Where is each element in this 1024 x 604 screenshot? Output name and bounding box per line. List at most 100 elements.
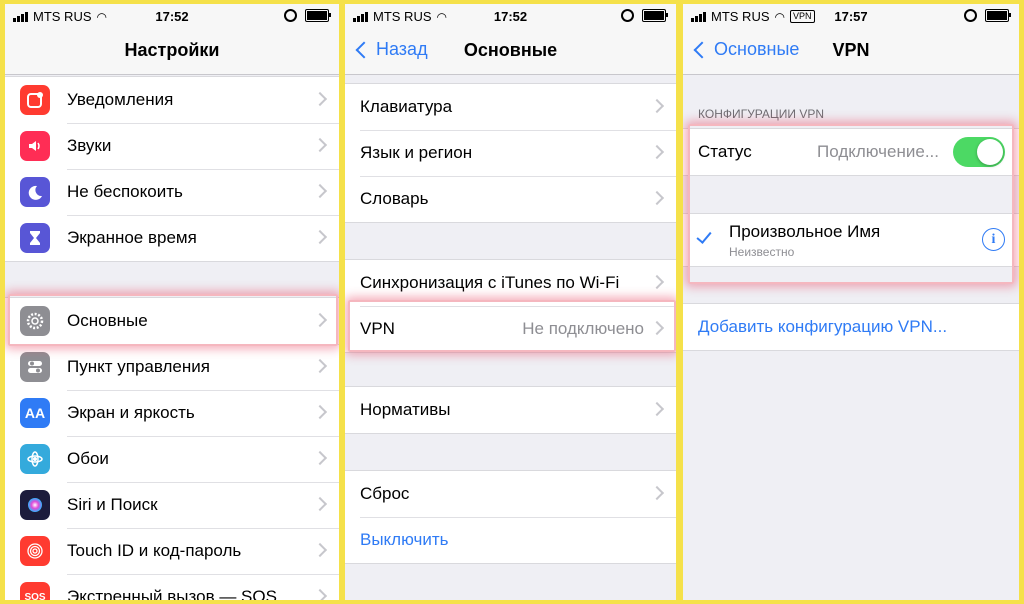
hourglass-icon [20,223,50,253]
control-center-icon [20,352,50,382]
vpn-config-group: Произвольное Имя Неизвестно i [683,213,1019,267]
row-label: Уведомления [67,90,174,109]
row-vpn[interactable]: VPN Не подключено [345,306,676,352]
checkmark-icon [696,228,712,244]
battery-icon [305,9,331,22]
row-label: Не беспокоить [67,182,183,201]
settings-screen: MTS RUS ◠ 17:52 Настройки Уведомления Звук… [5,4,339,600]
row-обои[interactable]: Обои [5,436,339,482]
status-value: Подключение... [817,142,939,161]
row-выключить[interactable]: Выключить [345,517,676,563]
row-label: Экранное время [67,228,197,247]
config-subtitle: Неизвестно [729,245,795,259]
chevron-right-icon [649,98,665,114]
general-group-4: Сброс Выключить [345,470,676,564]
settings-group-2: Основные Пункт управления AA Экран и яркост… [5,297,339,600]
row-label: Нормативы [360,400,451,419]
row-label: Экстренный вызов — SOS [67,587,277,600]
battery-icon [642,9,668,22]
row-экранное-время[interactable]: Экранное время [5,215,339,261]
general-screen: MTS RUS ◠ 17:52 Назад Основные Клавиатура… [345,4,676,600]
row-label: Touch ID и код-пароль [67,541,242,560]
gear-icon [20,306,50,336]
status-bar: MTS RUS ◠ 17:52 [345,4,676,28]
chevron-right-icon [312,542,328,558]
row-словарь[interactable]: Словарь [345,176,676,222]
general-group-3: Нормативы [345,386,676,434]
row-не-беспокоить[interactable]: Не беспокоить [5,169,339,215]
chevron-right-icon [312,588,328,600]
status-label: Статус [698,142,752,161]
row-label: Пункт управления [67,357,210,376]
row-label: Экран и яркость [67,403,195,422]
display-icon: AA [20,398,50,428]
row-уведомления[interactable]: Уведомления [5,77,339,123]
wallpaper-icon [20,444,50,474]
row-label: Сброс [360,484,410,503]
general-group-2: Синхронизация с iTunes по Wi-Fi VPN Не под… [345,259,676,353]
fingerprint-icon [20,536,50,566]
row-синхронизация-с-itunes-по-wi-fi[interactable]: Синхронизация с iTunes по Wi-Fi [345,260,676,306]
chevron-right-icon [312,229,328,245]
row-siri-и-поиск[interactable]: Siri и Поиск [5,482,339,528]
info-icon[interactable]: i [982,228,1005,251]
row-label: Основные [67,311,148,330]
alarm-icon [284,9,297,22]
chevron-right-icon [312,358,328,374]
add-config-link[interactable]: Добавить конфигурацию VPN... [698,317,947,337]
chevron-right-icon [312,404,328,420]
row-touch-id-и-код-пароль[interactable]: Touch ID и код-пароль [5,528,339,574]
vpn-screen: MTS RUS ◠ VPN 17:57 Основные VPN КОНФИГУРА… [683,4,1019,600]
chevron-right-icon [649,401,665,417]
siri-icon [20,490,50,520]
section-header: КОНФИГУРАЦИИ VPN [698,107,825,121]
add-config-group: Добавить конфигурацию VPN... [683,303,1019,351]
vpn-toggle[interactable] [953,137,1005,167]
row-экстренный-вызов-sos[interactable]: SOS Экстренный вызов — SOS [5,574,339,600]
add-config-row[interactable]: Добавить конфигурацию VPN... [683,304,1019,350]
vpn-config-row[interactable]: Произвольное Имя Неизвестно i [683,214,1019,266]
row-label: Siri и Поиск [67,495,158,514]
row-value: Не подключено [522,319,644,338]
chevron-right-icon [649,320,665,336]
row-label: Язык и регион [360,143,473,162]
row-звуки[interactable]: Звуки [5,123,339,169]
row-label: Обои [67,449,109,468]
row-label: Словарь [360,189,429,208]
row-label: Синхронизация с iTunes по Wi-Fi [360,273,620,292]
page-title: VPN [832,40,870,60]
row-нормативы[interactable]: Нормативы [345,387,676,433]
status-bar: MTS RUS ◠ 17:52 [5,4,339,28]
row-основные[interactable]: Основные [5,298,339,344]
chevron-right-icon [312,496,328,512]
alarm-icon [621,9,634,22]
chevron-right-icon [649,274,665,290]
navigation-bar: Настройки [5,28,339,75]
row-label: Звуки [67,136,112,155]
battery-icon [985,9,1011,22]
chevron-right-icon [312,137,328,153]
chevron-right-icon [312,312,328,328]
row-экран-и-яркость[interactable]: AA Экран и яркость [5,390,339,436]
settings-group-1: Уведомления Звуки Не беспокоить Экранное вр… [5,76,339,262]
row-label: VPN [360,319,395,338]
chevron-right-icon [312,450,328,466]
chevron-right-icon [649,190,665,206]
page-title: Настройки [124,40,220,60]
chevron-right-icon [649,485,665,501]
config-name: Произвольное Имя [729,222,881,241]
row-пункт-управления[interactable]: Пункт управления [5,344,339,390]
row-клавиатура[interactable]: Клавиатура [345,84,676,130]
page-title: Основные [463,40,558,60]
row-label: Клавиатура [360,97,453,116]
vpn-status-group: Статус Подключение... [683,128,1019,176]
row-язык-и-регион[interactable]: Язык и регион [345,130,676,176]
chevron-right-icon [312,91,328,107]
sounds-icon [20,131,50,161]
notifications-icon [20,85,50,115]
chevron-right-icon [312,183,328,199]
general-group-1: Клавиатура Язык и регион Словарь [345,83,676,223]
row-label: Выключить [360,530,449,549]
row-сброс[interactable]: Сброс [345,471,676,517]
alarm-icon [964,9,977,22]
